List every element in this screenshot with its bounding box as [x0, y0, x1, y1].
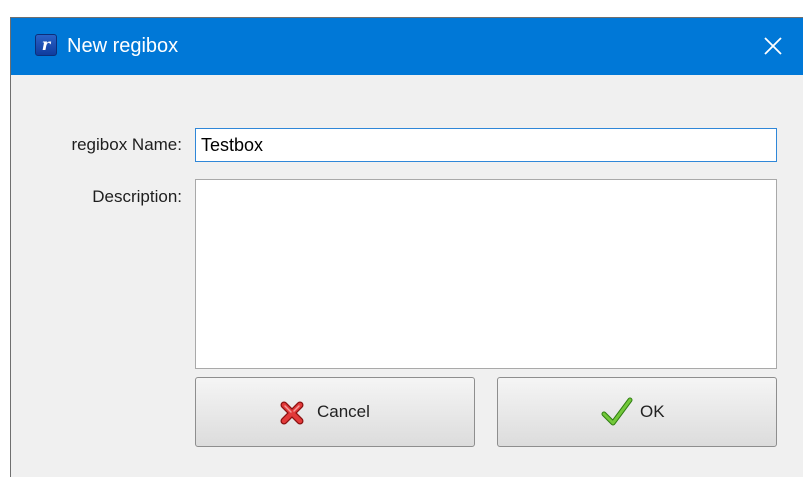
- green-check-icon: [601, 397, 633, 426]
- ok-button[interactable]: OK: [497, 377, 777, 447]
- close-icon: [764, 37, 782, 55]
- regibox-name-label: regibox Name:: [71, 135, 182, 154]
- cancel-button-label: Cancel: [317, 402, 370, 421]
- new-regibox-dialog: r New regibox regibox Name: Description:…: [10, 17, 803, 477]
- description-input[interactable]: [195, 179, 777, 369]
- red-x-icon: [280, 401, 304, 425]
- regibox-name-input[interactable]: [195, 128, 777, 162]
- regibox-app-icon: r: [35, 34, 57, 56]
- close-button[interactable]: [743, 18, 803, 75]
- description-label: Description:: [92, 187, 182, 206]
- cancel-button[interactable]: Cancel: [195, 377, 475, 447]
- window-title: New regibox: [67, 35, 179, 57]
- title-bar[interactable]: r New regibox: [11, 18, 803, 75]
- ok-button-label: OK: [640, 402, 665, 421]
